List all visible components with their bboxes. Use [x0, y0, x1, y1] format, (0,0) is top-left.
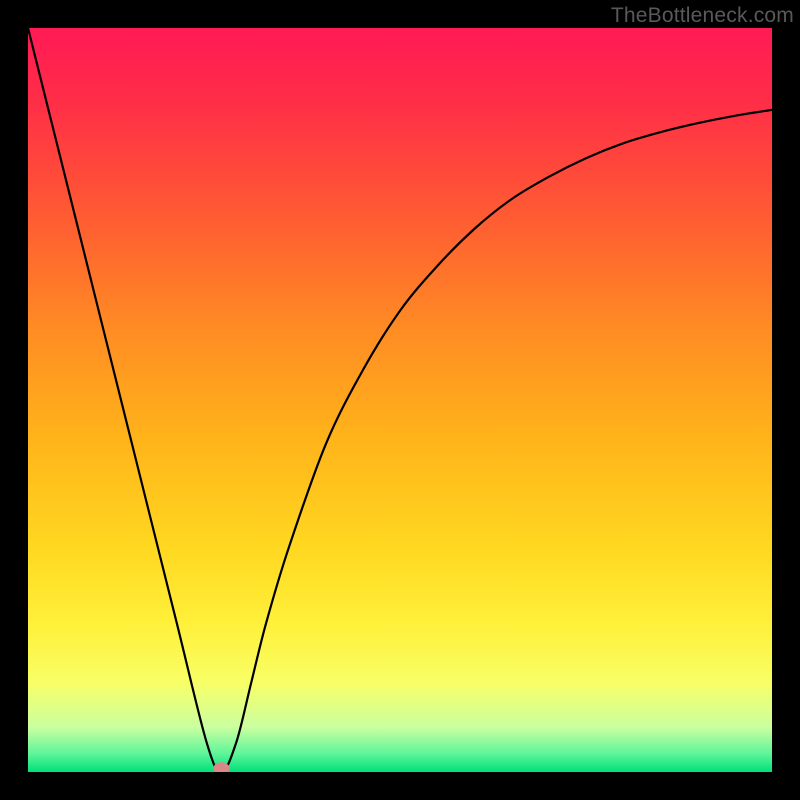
watermark-text: TheBottleneck.com — [611, 4, 794, 28]
chart-frame — [28, 28, 772, 772]
bottleneck-chart — [28, 28, 772, 772]
chart-background — [28, 28, 772, 772]
